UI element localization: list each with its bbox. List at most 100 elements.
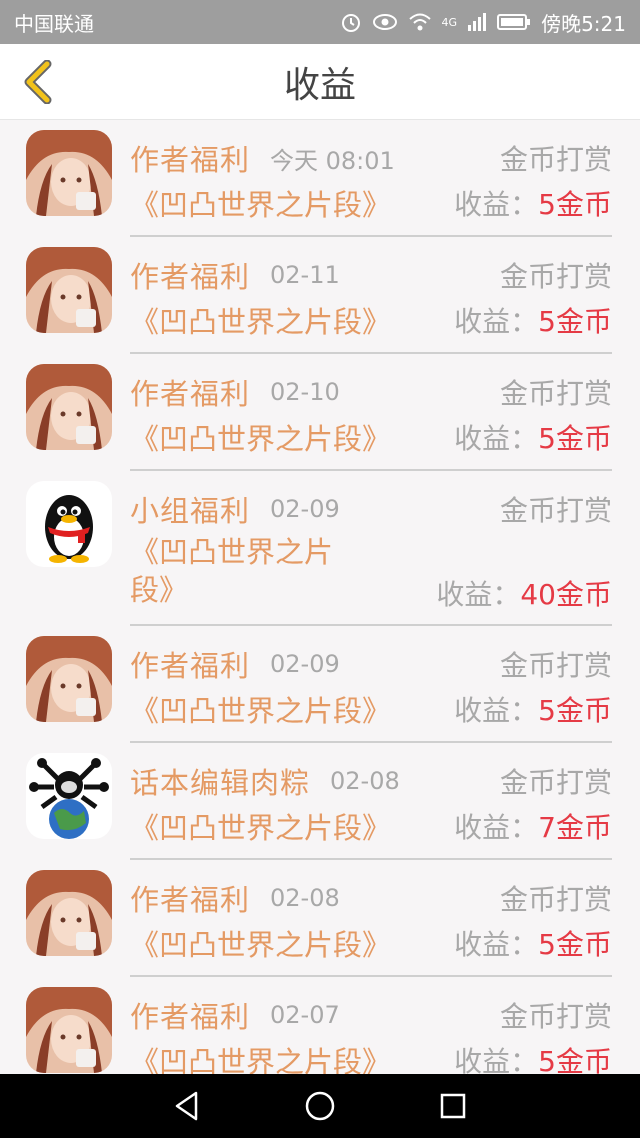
sender-name: 作者福利 bbox=[130, 649, 251, 683]
reward-type: 金币打赏 bbox=[499, 377, 612, 410]
carrier-name: 中国联通 bbox=[14, 11, 94, 36]
earnings: 收益： 5金币 bbox=[454, 689, 612, 729]
earnings: 收益： 40金币 bbox=[436, 573, 612, 613]
item-content: 作者福利 02-07 金币打赏 《凹凸世界之片段》 收益： 5金币 bbox=[130, 977, 612, 1074]
earnings: 收益： 7金币 bbox=[454, 806, 612, 846]
reward-type: 金币打赏 bbox=[499, 883, 612, 916]
signal-icon bbox=[468, 13, 487, 31]
list-item[interactable]: 作者福利 02-08 金币打赏 《凹凸世界之片段》 收益： 5金币 bbox=[0, 860, 640, 977]
page-header: 收益 bbox=[0, 44, 640, 120]
nav-home-button[interactable] bbox=[300, 1086, 340, 1126]
earnings-amount: 5金币 bbox=[538, 305, 612, 338]
item-content: 作者福利 02-09 金币打赏 《凹凸世界之片段》 收益： 5金币 bbox=[130, 626, 612, 743]
anime-girl-avatar[interactable] bbox=[26, 247, 112, 333]
chevron-left-icon bbox=[24, 60, 52, 104]
item-content: 作者福利 02-11 金币打赏 《凹凸世界之片段》 收益： 5金币 bbox=[130, 237, 612, 354]
anime-girl-avatar[interactable] bbox=[26, 987, 112, 1073]
circle-home-icon bbox=[305, 1091, 335, 1121]
book-title-link[interactable]: 《凹凸世界之片段》 bbox=[130, 1039, 391, 1074]
book-title-link[interactable]: 《凹凸世界之片段》 bbox=[130, 299, 391, 341]
earnings-label: 收益： bbox=[454, 1045, 539, 1074]
book-title-link[interactable]: 《凹凸世界之片段》 bbox=[130, 416, 391, 458]
sender-name: 小组福利 bbox=[130, 494, 251, 528]
network-type: 4G bbox=[441, 15, 458, 29]
status-icons: 4G 傍晚5:21 bbox=[340, 8, 626, 37]
sender-name: 作者福利 bbox=[130, 1000, 251, 1034]
earnings-label: 收益： bbox=[454, 188, 539, 221]
earnings-amount: 5金币 bbox=[538, 928, 612, 961]
book-title-link[interactable]: 《凹凸世界之片段》 bbox=[130, 688, 391, 730]
item-content: 作者福利 02-08 金币打赏 《凹凸世界之片段》 收益： 5金币 bbox=[130, 860, 612, 977]
list-item[interactable]: 作者福利 02-07 金币打赏 《凹凸世界之片段》 收益： 5金币 bbox=[0, 977, 640, 1074]
item-content: 作者福利 今天 08:01 金币打赏 《凹凸世界之片段》 收益： 5金币 bbox=[130, 120, 612, 237]
anime-girl-avatar[interactable] bbox=[26, 636, 112, 722]
eye-icon bbox=[372, 14, 397, 30]
earnings-label: 收益： bbox=[436, 578, 521, 611]
record-date: 02-08 bbox=[270, 884, 340, 912]
record-date: 02-10 bbox=[270, 378, 340, 406]
list-item[interactable]: 作者福利 02-11 金币打赏 《凹凸世界之片段》 收益： 5金币 bbox=[0, 237, 640, 354]
battery-icon bbox=[497, 14, 531, 30]
book-title-link[interactable]: 《凹凸世界之片段》 bbox=[130, 805, 391, 847]
book-title-link[interactable]: 《凹凸世界之片段》 bbox=[130, 533, 370, 609]
item-content: 小组福利 02-09 金币打赏 《凹凸世界之片段》 收益： 40金币 bbox=[130, 471, 612, 626]
earnings: 收益： 5金币 bbox=[454, 183, 612, 223]
earnings-amount: 5金币 bbox=[538, 188, 612, 221]
reward-type: 金币打赏 bbox=[499, 766, 612, 799]
record-date: 02-07 bbox=[270, 1001, 340, 1029]
reward-type: 金币打赏 bbox=[499, 1000, 612, 1033]
earnings: 收益： 5金币 bbox=[454, 300, 612, 340]
earnings-label: 收益： bbox=[454, 694, 539, 727]
reward-type: 金币打赏 bbox=[499, 494, 612, 527]
anime-girl-avatar[interactable] bbox=[26, 130, 112, 216]
sender-name: 话本编辑肉粽 bbox=[130, 766, 311, 800]
list-item[interactable]: 作者福利 02-09 金币打赏 《凹凸世界之片段》 收益： 5金币 bbox=[0, 626, 640, 743]
earnings-amount: 5金币 bbox=[538, 422, 612, 455]
earnings-amount: 5金币 bbox=[538, 694, 612, 727]
sender-name: 作者福利 bbox=[130, 883, 251, 917]
earnings-label: 收益： bbox=[454, 811, 539, 844]
book-title-link[interactable]: 《凹凸世界之片段》 bbox=[130, 182, 391, 224]
anime-girl-avatar[interactable] bbox=[26, 870, 112, 956]
record-date: 02-09 bbox=[270, 650, 340, 678]
list-item[interactable]: 作者福利 今天 08:01 金币打赏 《凹凸世界之片段》 收益： 5金币 bbox=[0, 120, 640, 237]
alarm-icon bbox=[341, 14, 360, 32]
earnings-amount: 7金币 bbox=[538, 811, 612, 844]
earnings: 收益： 5金币 bbox=[454, 923, 612, 963]
globe-character-avatar[interactable] bbox=[26, 753, 112, 839]
reward-type: 金币打赏 bbox=[499, 649, 612, 682]
page-title: 收益 bbox=[283, 64, 356, 106]
wifi-icon bbox=[408, 13, 431, 31]
earnings: 收益： 5金币 bbox=[454, 417, 612, 457]
status-bar: 中国联通 4G 傍晚5:21 bbox=[0, 0, 640, 44]
system-nav-bar bbox=[0, 1074, 640, 1138]
list-item[interactable]: 话本编辑肉粽 02-08 金币打赏 《凹凸世界之片段》 收益： 7金币 bbox=[0, 743, 640, 860]
clock: 傍晚5:21 bbox=[541, 11, 626, 36]
earnings-label: 收益： bbox=[454, 928, 539, 961]
record-date: 02-08 bbox=[330, 767, 400, 795]
book-title-link[interactable]: 《凹凸世界之片段》 bbox=[130, 922, 391, 964]
nav-recents-button[interactable] bbox=[433, 1086, 473, 1126]
back-button[interactable] bbox=[14, 58, 62, 106]
penguin-avatar[interactable] bbox=[26, 481, 112, 567]
item-content: 话本编辑肉粽 02-08 金币打赏 《凹凸世界之片段》 收益： 7金币 bbox=[130, 743, 612, 860]
item-content: 作者福利 02-10 金币打赏 《凹凸世界之片段》 收益： 5金币 bbox=[130, 354, 612, 471]
record-date: 今天 08:01 bbox=[270, 146, 395, 175]
reward-type: 金币打赏 bbox=[499, 260, 612, 293]
triangle-back-icon bbox=[175, 1091, 197, 1121]
record-date: 02-09 bbox=[270, 495, 340, 523]
earnings-amount: 5金币 bbox=[538, 1045, 612, 1074]
square-recents-icon bbox=[441, 1093, 466, 1119]
reward-type: 金币打赏 bbox=[499, 143, 612, 176]
sender-name: 作者福利 bbox=[130, 143, 251, 177]
earnings-label: 收益： bbox=[454, 305, 539, 338]
record-date: 02-11 bbox=[270, 261, 340, 289]
earnings-label: 收益： bbox=[454, 422, 539, 455]
list-item[interactable]: 小组福利 02-09 金币打赏 《凹凸世界之片段》 收益： 40金币 bbox=[0, 471, 640, 626]
earnings-list[interactable]: 作者福利 今天 08:01 金币打赏 《凹凸世界之片段》 收益： 5金币 作者福利… bbox=[0, 120, 640, 1074]
earnings: 收益： 5金币 bbox=[454, 1040, 612, 1074]
sender-name: 作者福利 bbox=[130, 377, 251, 411]
list-item[interactable]: 作者福利 02-10 金币打赏 《凹凸世界之片段》 收益： 5金币 bbox=[0, 354, 640, 471]
nav-back-button[interactable] bbox=[167, 1086, 207, 1126]
anime-girl-avatar[interactable] bbox=[26, 364, 112, 450]
